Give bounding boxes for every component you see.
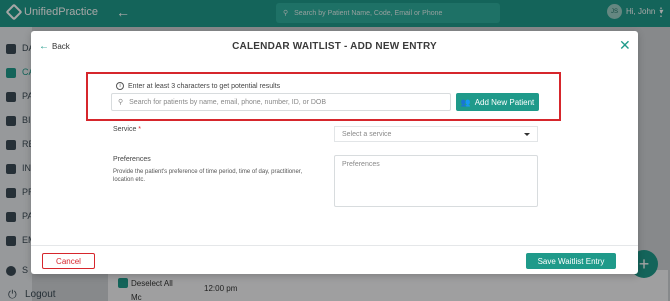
preferences-label: Preferences <box>113 156 151 163</box>
service-label: Service * <box>113 126 142 133</box>
patient-search-input[interactable]: ⚲ Search for patients by name, email, ph… <box>111 93 451 111</box>
add-new-patient-label: Add New Patient <box>474 97 535 107</box>
waitlist-modal: ← Back CALENDAR WAITLIST - ADD NEW ENTRY… <box>31 31 638 274</box>
preferences-placeholder: Preferences <box>342 161 380 168</box>
preferences-textarea[interactable]: Preferences <box>334 155 538 207</box>
caret-down-icon <box>524 132 530 136</box>
modal-divider <box>31 245 638 246</box>
patient-search-placeholder: Search for patients by name, email, phon… <box>129 98 327 106</box>
add-user-icon: 👥 <box>460 97 471 107</box>
service-select-placeholder: Select a service <box>342 130 392 138</box>
preferences-description: Provide the patient's preference of time… <box>113 169 303 183</box>
close-icon[interactable]: ✕ <box>619 37 631 54</box>
cancel-button[interactable]: Cancel <box>42 253 95 269</box>
search-hint: i Enter at least 3 characters to get pot… <box>116 82 280 90</box>
search-hint-text: Enter at least 3 characters to get poten… <box>128 82 281 90</box>
save-waitlist-entry-button[interactable]: Save Waitlist Entry <box>526 253 616 269</box>
service-select[interactable]: Select a service <box>334 126 538 142</box>
add-new-patient-button[interactable]: 👥 Add New Patient <box>456 93 539 111</box>
info-icon: i <box>116 82 124 90</box>
search-icon: ⚲ <box>118 99 124 106</box>
modal-title: CALENDAR WAITLIST - ADD NEW ENTRY <box>232 41 437 52</box>
